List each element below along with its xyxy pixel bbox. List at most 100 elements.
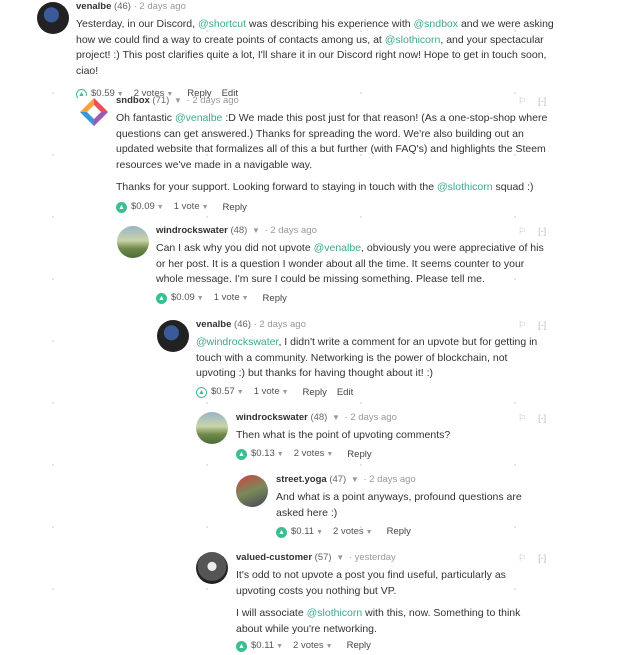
comment-text: Then what is the point of upvoting comme…	[236, 429, 451, 441]
reply-link[interactable]: Reply	[223, 200, 247, 216]
comment-body: And what is a point anyways, profound qu…	[276, 490, 548, 521]
chevron-down-icon: ▼	[365, 528, 373, 536]
votes-count[interactable]: 2 votes ▼	[333, 524, 373, 541]
flag-icon[interactable]: ⚐	[518, 226, 526, 236]
reply-link[interactable]: Reply	[303, 385, 327, 401]
flag-icon[interactable]: ⚐	[518, 413, 526, 423]
comment-text: was describing his experience with	[246, 18, 414, 30]
avatar[interactable]	[196, 552, 228, 584]
author-name[interactable]: street.yoga	[276, 474, 327, 485]
author-name[interactable]: windrockswater	[156, 225, 228, 236]
avatar[interactable]	[236, 475, 268, 507]
comment-text: squad :)	[492, 181, 534, 193]
payout-value[interactable]: $0.09 ▼	[131, 199, 164, 216]
votes-count[interactable]: 2 votes ▼	[293, 638, 333, 655]
comment-footer: ▲ $0.09 ▼ 1 vote ▼ Reply	[116, 200, 548, 216]
comment-text: Thanks for your support. Looking forward…	[116, 181, 438, 193]
votes-count[interactable]: 1 vote ▼	[214, 290, 249, 307]
comment-paragraph: @windrockswater, I didn't write a commen…	[196, 335, 548, 382]
separator-dot: ·	[264, 225, 268, 236]
upvote-icon[interactable]: ▲	[196, 387, 207, 398]
comment-text: Can I ask why you did not upvote	[156, 242, 314, 254]
timestamp[interactable]: 2 days ago	[259, 319, 305, 330]
collapse-toggle[interactable]: [-]	[538, 226, 546, 236]
timestamp[interactable]: 2 days ago	[270, 225, 316, 236]
reply-link[interactable]: Reply	[347, 638, 371, 654]
author-reputation: (71)	[152, 95, 170, 106]
separator-dot: ·	[133, 1, 137, 12]
timestamp[interactable]: 2 days ago	[350, 412, 396, 423]
reply-link[interactable]: Reply	[387, 524, 411, 540]
mention-link[interactable]: @venalbe	[175, 112, 222, 124]
separator-dot: ·	[363, 474, 367, 485]
reply-link[interactable]: Reply	[263, 291, 287, 307]
author-name[interactable]: windrockswater	[236, 412, 308, 423]
votes-count[interactable]: 2 votes ▼	[294, 446, 334, 463]
comment-footer: ▲ $0.09 ▼ 1 vote ▼ Reply	[156, 291, 548, 307]
mention-link[interactable]: @venalbe	[314, 242, 361, 254]
flag-icon[interactable]: ⚐	[518, 320, 526, 330]
collapse-toggle[interactable]: [-]	[538, 320, 546, 330]
payout-value[interactable]: $0.09 ▼	[171, 290, 204, 307]
separator-dot: ·	[348, 552, 352, 563]
mention-link[interactable]: @slothicorn	[437, 181, 493, 193]
timestamp[interactable]: yesterday	[355, 552, 396, 563]
payout-value[interactable]: $0.11 ▼	[251, 638, 283, 655]
comment-text: Oh fantastic	[116, 112, 175, 124]
chevron-down-icon[interactable]: ▼	[332, 413, 340, 422]
timestamp[interactable]: 2 days ago	[369, 474, 415, 485]
comment-paragraph: Thanks for your support. Looking forward…	[116, 180, 548, 196]
chevron-down-icon[interactable]: ▼	[174, 96, 182, 105]
comment-paragraph: And what is a point anyways, profound qu…	[276, 490, 548, 521]
collapse-toggle[interactable]: [-]	[538, 413, 546, 423]
chevron-down-icon[interactable]: ▼	[252, 226, 260, 235]
upvote-icon[interactable]: ▲	[236, 640, 247, 652]
comment-body: Yesterday, in our Discord, @shortcut was…	[76, 17, 556, 79]
payout-value[interactable]: $0.13 ▼	[251, 446, 284, 463]
edit-link[interactable]: Edit	[337, 385, 353, 401]
chevron-down-icon: ▼	[241, 295, 249, 302]
flag-icon[interactable]: ⚐	[518, 96, 526, 106]
collapse-toggle[interactable]: [-]	[538, 553, 546, 563]
author-name[interactable]: venalbe	[196, 319, 231, 330]
mention-link[interactable]: @slothicorn	[385, 34, 441, 46]
comment-meta: windrockswater (48) ▼ · 2 days ago	[156, 224, 548, 238]
payout-value[interactable]: $0.57 ▼	[211, 384, 244, 401]
avatar[interactable]	[157, 320, 189, 352]
collapse-toggle[interactable]: [-]	[538, 96, 546, 106]
votes-count[interactable]: 1 vote ▼	[174, 199, 209, 216]
upvote-icon[interactable]: ▲	[116, 202, 127, 213]
avatar[interactable]	[117, 226, 149, 258]
avatar[interactable]	[196, 412, 228, 444]
chevron-down-icon[interactable]: ▼	[336, 553, 344, 562]
upvote-icon[interactable]: ▲	[156, 293, 167, 304]
upvote-icon[interactable]: ▲	[276, 526, 287, 538]
timestamp[interactable]: 2 days ago	[139, 1, 185, 12]
mention-link[interactable]: @sndbox	[414, 18, 459, 30]
comment-actions: ⚐ [-]	[518, 553, 546, 564]
mention-link[interactable]: @shortcut	[198, 18, 246, 30]
mention-link[interactable]: @slothicorn	[307, 607, 363, 619]
timestamp[interactable]: 2 days ago	[192, 95, 238, 106]
payout-value[interactable]: $0.11 ▼	[291, 524, 323, 541]
author-name[interactable]: valued-customer	[236, 552, 312, 563]
comment-paragraph: Can I ask why you did not upvote @venalb…	[156, 241, 548, 288]
flag-icon[interactable]: ⚐	[518, 553, 526, 563]
separator-dot: ·	[186, 95, 190, 106]
comment-actions: ⚐ [-]	[518, 96, 546, 107]
votes-count[interactable]: 1 vote ▼	[254, 384, 289, 401]
author-name[interactable]: venalbe	[76, 1, 111, 12]
author-name[interactable]: sndbox	[116, 95, 150, 106]
avatar[interactable]	[37, 2, 69, 34]
chevron-down-icon: ▼	[276, 451, 284, 458]
upvote-icon[interactable]: ▲	[236, 449, 247, 460]
mention-link[interactable]: @windrockswater	[196, 336, 278, 348]
chevron-down-icon[interactable]: ▼	[351, 475, 359, 484]
comment-body: Then what is the point of upvoting comme…	[236, 428, 548, 444]
sndbox-logo-avatar[interactable]	[78, 96, 110, 128]
reply-link[interactable]: Reply	[347, 447, 371, 463]
chevron-down-icon: ▼	[196, 295, 204, 302]
comment-paragraph: Yesterday, in our Discord, @shortcut was…	[76, 17, 556, 79]
chevron-down-icon: ▼	[281, 389, 289, 396]
comment-meta: street.yoga (47) ▼ · 2 days ago	[276, 473, 548, 487]
